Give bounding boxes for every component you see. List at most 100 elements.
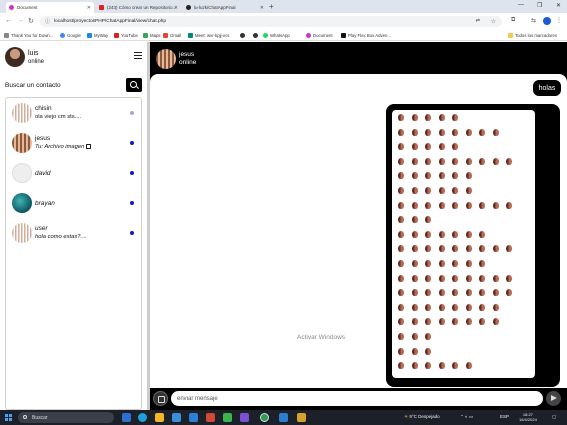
image-emoji bbox=[438, 201, 445, 209]
contact-item-brayan[interactable]: brayan bbox=[6, 188, 141, 218]
unread-indicator bbox=[130, 201, 134, 205]
bookmark-item[interactable]: Maps bbox=[143, 33, 161, 38]
app-icon[interactable] bbox=[297, 413, 306, 422]
bookmark-item[interactable] bbox=[240, 33, 247, 38]
contact-item-jesus[interactable]: jesus Tu: Archivo imagen bbox=[6, 128, 141, 158]
vscode-icon[interactable] bbox=[279, 413, 288, 422]
image-emoji bbox=[425, 274, 431, 282]
image-emoji bbox=[398, 114, 404, 121]
back-arrow-icon[interactable]: ← bbox=[5, 17, 12, 24]
sent-image[interactable] bbox=[392, 110, 535, 378]
profile-avatar-icon[interactable] bbox=[543, 17, 551, 25]
tray-icons[interactable]: ⌃ ◐ ▭ bbox=[460, 414, 473, 420]
image-emoji bbox=[452, 274, 458, 282]
close-tab-icon[interactable]: ✕ bbox=[174, 5, 178, 11]
bookmark-item[interactable]: YouTube bbox=[114, 33, 138, 38]
site-info-icon[interactable]: ⓘ bbox=[45, 18, 50, 25]
extensions-icon[interactable]: ⧉ bbox=[511, 17, 515, 24]
bookmark-item[interactable]: Document bbox=[306, 33, 333, 38]
bookmark-item[interactable]: MyWay bbox=[87, 33, 108, 38]
bookmark-item[interactable]: WhatsApp bbox=[263, 33, 290, 38]
contact-item-chisin[interactable]: chisin ola viejo cm sts.... bbox=[6, 98, 141, 128]
bookmark-item[interactable] bbox=[253, 33, 260, 38]
minimize-button[interactable]: — bbox=[518, 2, 524, 8]
search-button[interactable] bbox=[126, 78, 142, 92]
attach-image-icon[interactable] bbox=[153, 391, 168, 406]
browser-tab-bar: Document ✕ (243) Cómo crear un Repositor… bbox=[0, 0, 567, 13]
taskbar-search[interactable]: Buscar bbox=[18, 412, 114, 423]
maximize-button[interactable]: ❐ bbox=[537, 2, 542, 9]
image-emoji bbox=[492, 289, 499, 297]
globe-icon bbox=[253, 33, 258, 38]
contact-item-david[interactable]: david bbox=[6, 158, 141, 188]
windows-taskbar: Buscar ☀ 9°C Despejado ⌃ ◐ ▭ ESP 18:27 1… bbox=[0, 410, 567, 425]
search-icon bbox=[23, 415, 27, 419]
reload-icon[interactable]: ↻ bbox=[28, 17, 34, 25]
close-window-button[interactable]: ✕ bbox=[556, 2, 561, 9]
close-tab-icon[interactable]: ✕ bbox=[260, 5, 264, 11]
image-emoji bbox=[452, 230, 458, 238]
bookmark-item[interactable]: Play Flex Box Adven... bbox=[341, 33, 391, 38]
language-indicator[interactable]: ESP bbox=[500, 414, 509, 419]
contact-last-message: ola viejo cm sts.... bbox=[35, 114, 82, 120]
weather-widget[interactable]: ☀ 9°C Despejado bbox=[404, 414, 440, 420]
address-bar[interactable]: ⓘ localhost/proyectosPHP/ChatAppFinal/vi… bbox=[40, 16, 502, 27]
translate-icon[interactable]: ⇄ bbox=[476, 18, 480, 24]
contact-list: chisin ola viejo cm sts.... jesus Tu: Ar… bbox=[5, 97, 142, 410]
tab-document[interactable]: Document ✕ bbox=[6, 2, 94, 13]
contact-avatar bbox=[12, 223, 32, 243]
message-image-sent[interactable] bbox=[386, 104, 560, 387]
image-emoji bbox=[479, 318, 485, 326]
app-icon[interactable] bbox=[223, 413, 232, 422]
gmail-icon bbox=[163, 33, 168, 38]
send-button[interactable] bbox=[546, 391, 561, 406]
bookmark-item[interactable]: Thank You for Down... bbox=[4, 33, 53, 38]
office-icon[interactable] bbox=[206, 413, 215, 422]
image-emoji bbox=[411, 157, 418, 165]
user-avatar[interactable] bbox=[5, 47, 25, 67]
image-emoji bbox=[438, 187, 445, 194]
windows-start-icon[interactable] bbox=[5, 414, 12, 421]
browser-menu-icon[interactable]: ⋮ bbox=[556, 17, 562, 24]
taskbar-clock[interactable]: 18:27 16/4/2024 bbox=[519, 412, 537, 422]
app-icon[interactable] bbox=[240, 413, 249, 422]
edge-icon[interactable] bbox=[138, 413, 147, 422]
contact-last-message: Tu: Archivo imagen bbox=[35, 144, 91, 150]
image-emoji bbox=[398, 333, 404, 340]
store-icon[interactable] bbox=[172, 413, 181, 422]
contacts-sidebar: luis online chisin ola viejo cm sts.... … bbox=[0, 42, 148, 410]
image-emoji bbox=[479, 245, 485, 253]
all-bookmarks[interactable]: Todos los marcadores bbox=[508, 33, 557, 38]
contact-item-user[interactable]: user hola como estas?.... bbox=[6, 218, 141, 248]
bookmark-star-icon[interactable]: ☆ bbox=[491, 18, 496, 25]
bookmark-item[interactable]: Google bbox=[60, 33, 81, 38]
user-profile: luis online bbox=[0, 42, 148, 74]
chat-contact-avatar[interactable] bbox=[156, 49, 176, 69]
tab-github[interactable]: lu-luzk/ChatAppFinal ✕ bbox=[183, 2, 267, 13]
bookmark-item[interactable]: Gmail bbox=[163, 33, 181, 38]
bookmark-item[interactable]: Meet: wvr-kpjj-vcs bbox=[188, 33, 229, 38]
bookmarks-bar: Thank You for Down... Google MyWay YouTu… bbox=[0, 30, 567, 41]
close-tab-icon[interactable]: ✕ bbox=[87, 5, 91, 11]
translate-ext-icon[interactable]: ⇆ bbox=[531, 17, 536, 24]
image-emoji bbox=[398, 362, 404, 370]
tab-youtube[interactable]: (243) Cómo crear un Repositorio... ✕ bbox=[96, 2, 181, 13]
search-input[interactable] bbox=[5, 78, 123, 92]
chat-panel: jesus online holas Activar Windows bbox=[148, 42, 567, 410]
hamburger-menu-icon[interactable] bbox=[134, 52, 142, 59]
unread-indicator bbox=[130, 111, 134, 115]
image-emoji bbox=[452, 172, 458, 180]
browser-nav-bar: ← → ↻ ⓘ localhost/proyectosPHP/ChatAppFi… bbox=[0, 13, 567, 30]
image-emoji bbox=[398, 128, 404, 136]
mail-icon[interactable] bbox=[189, 413, 198, 422]
chrome-icon[interactable] bbox=[260, 413, 269, 422]
forward-arrow-icon[interactable]: → bbox=[17, 17, 24, 24]
image-emoji bbox=[411, 333, 418, 340]
file-explorer-icon[interactable] bbox=[155, 413, 164, 422]
task-view-icon[interactable] bbox=[122, 413, 131, 422]
new-tab-button[interactable]: + bbox=[269, 2, 274, 11]
message-input[interactable] bbox=[171, 391, 543, 406]
image-emoji bbox=[425, 172, 431, 180]
image-emoji bbox=[425, 362, 431, 370]
notification-icon[interactable]: ▢ bbox=[552, 414, 556, 420]
